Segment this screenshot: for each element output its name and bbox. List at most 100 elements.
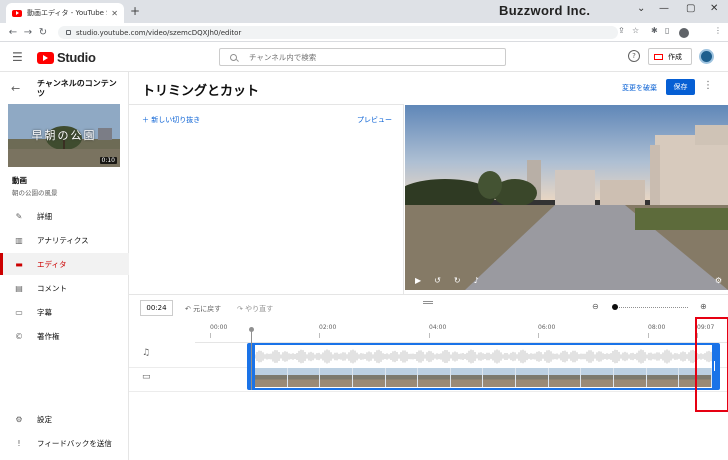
sidebar-item-label: 設定 xyxy=(37,414,52,424)
sidepanel-icon[interactable]: ▯ xyxy=(665,26,669,35)
tick-label: 04:00 xyxy=(429,324,447,338)
new-cut-label: 新しい切り抜き xyxy=(151,116,201,124)
current-time-field[interactable]: 00:24 xyxy=(140,300,173,316)
chevron-down-icon[interactable]: ⌄ xyxy=(637,3,645,14)
timeline-panel: 00:24 ↶ 元に戻す ↷ やり直す ⊖ ⊕ 00:00 02:00 04:0… xyxy=(129,294,728,460)
search-input[interactable]: チャンネル内で検索 xyxy=(219,48,506,66)
comment-icon: ▤ xyxy=(15,283,23,293)
logo-text: Studio xyxy=(57,50,96,65)
video-player[interactable]: ▶ ↺ ↻ ♪ ⚙ xyxy=(405,105,728,290)
sidebar-item-comments[interactable]: ▤ コメント xyxy=(0,277,129,299)
close-window-icon[interactable]: ✕ xyxy=(710,3,718,14)
volume-icon[interactable]: ♪ xyxy=(474,276,479,285)
sidebar-item-subtitles[interactable]: ▭ 字幕 xyxy=(0,301,129,323)
sidebar-item-label: 詳細 xyxy=(37,211,52,221)
browser-toolbar: ← → ↻ studio.youtube.com/video/szemcDQXJ… xyxy=(0,23,728,42)
filmstrip-frame xyxy=(614,368,647,387)
sidebar-item-copyright[interactable]: © 著作権 xyxy=(0,325,129,347)
sidebar-item-editor[interactable]: ▬ エディタ xyxy=(0,253,129,275)
video-subtitle: 朝の公園の風景 xyxy=(12,189,58,197)
back-icon[interactable]: ← xyxy=(6,27,20,38)
address-bar[interactable]: studio.youtube.com/video/szemcDQXJh0/edi… xyxy=(58,26,618,39)
player-settings-icon[interactable]: ⚙ xyxy=(715,276,722,285)
page-title: トリミングとカット xyxy=(142,84,260,99)
redo-label: やり直す xyxy=(245,305,274,313)
browser-menu-icon[interactable]: ⋮ xyxy=(714,26,722,35)
browser-profile-icon[interactable] xyxy=(679,28,689,38)
save-button[interactable]: 保存 xyxy=(666,79,695,95)
play-icon[interactable]: ▶ xyxy=(415,276,421,285)
studio-logo[interactable]: Studio xyxy=(37,50,96,65)
copyright-icon: © xyxy=(15,331,23,341)
filmstrip-frame xyxy=(255,368,288,387)
filmstrip-frame xyxy=(646,368,680,387)
filmstrip-frame xyxy=(483,368,517,387)
extensions-icon[interactable]: ✱ xyxy=(651,26,658,35)
new-tab-icon[interactable]: + xyxy=(130,4,140,18)
youtube-favicon-icon xyxy=(12,9,22,17)
maximize-icon[interactable]: ▢ xyxy=(686,3,695,14)
sidebar-item-feedback[interactable]: ! フィードバックを送信 xyxy=(0,432,129,454)
menu-icon[interactable]: ☰ xyxy=(12,50,23,64)
filmstrip-frame xyxy=(352,368,386,387)
gear-icon: ⚙ xyxy=(15,414,23,424)
avatar[interactable] xyxy=(699,49,714,64)
audio-track-icon: ♫ xyxy=(142,348,151,358)
browser-window: 動画エディタ - YouTube Studio ✕ + Buzzword Inc… xyxy=(0,0,728,460)
video-track-icon: ▭ xyxy=(142,372,151,382)
create-button[interactable]: 作成 xyxy=(648,48,692,65)
more-options-icon[interactable]: ⋮ xyxy=(703,80,713,91)
sidebar: ← チャンネルのコンテンツ 早朝の公園 0:10 動画 朝の公園の風景 ✎ 詳細… xyxy=(0,72,129,460)
sidebar-item-settings[interactable]: ⚙ 設定 xyxy=(0,408,129,430)
tick-label: 08:00 xyxy=(648,324,666,338)
reload-icon[interactable]: ↻ xyxy=(36,27,50,38)
studio-header: ☰ Studio チャンネル内で検索 ? 作成 xyxy=(0,42,728,72)
filmstrip-frame xyxy=(418,368,451,387)
filmstrip-frame xyxy=(320,368,353,387)
zoom-out-icon[interactable]: ⊖ xyxy=(592,302,599,311)
subtitles-icon: ▭ xyxy=(15,307,23,317)
filmstrip-frame xyxy=(548,368,582,387)
browser-tab[interactable]: 動画エディタ - YouTube Studio ✕ xyxy=(6,3,124,23)
timeline-ruler[interactable]: 00:00 02:00 04:00 06:00 08:00 09:07 xyxy=(195,324,728,343)
zoom-slider-track[interactable] xyxy=(613,307,688,308)
tab-strip: 動画エディタ - YouTube Studio ✕ + Buzzword Inc… xyxy=(0,0,728,23)
search-icon xyxy=(230,53,237,61)
video-frame xyxy=(405,105,728,290)
video-filmstrip xyxy=(255,368,712,387)
star-icon[interactable]: ☆ xyxy=(632,26,639,35)
share-icon[interactable]: ⇪ xyxy=(618,26,625,35)
discard-changes-link[interactable]: 変更を破棄 xyxy=(622,83,657,93)
undo-button[interactable]: ↶ 元に戻す xyxy=(185,304,221,314)
sidebar-item-label: 著作権 xyxy=(37,331,60,341)
minimize-icon[interactable]: — xyxy=(659,3,669,14)
close-tab-icon[interactable]: ✕ xyxy=(111,9,118,18)
rewind-icon[interactable]: ↺ xyxy=(434,276,441,285)
feedback-icon: ! xyxy=(17,438,21,448)
youtube-logo-icon xyxy=(37,51,54,64)
back-arrow-icon[interactable]: ← xyxy=(11,82,20,95)
tick-label: 00:00 xyxy=(210,324,228,338)
sidebar-item-analytics[interactable]: ▥ アナリティクス xyxy=(0,229,129,251)
forward-skip-icon[interactable]: ↻ xyxy=(454,276,461,285)
redo-button[interactable]: ↷ やり直す xyxy=(237,304,273,314)
sidebar-item-label: フィードバックを送信 xyxy=(37,438,112,448)
create-label: 作成 xyxy=(668,52,682,61)
tick-label: 06:00 xyxy=(538,324,556,338)
video-thumbnail[interactable]: 早朝の公園 0:10 xyxy=(8,104,120,167)
thumbnail-title-text: 早朝の公園 xyxy=(31,129,97,142)
trim-selection[interactable] xyxy=(247,343,720,390)
zoom-slider-knob[interactable] xyxy=(612,304,618,310)
resize-handle-icon[interactable] xyxy=(423,301,433,304)
thumbnail-duration: 0:10 xyxy=(99,157,117,164)
url-text: studio.youtube.com/video/szemcDQXJh0/edi… xyxy=(76,28,242,37)
sidebar-item-details[interactable]: ✎ 詳細 xyxy=(0,205,129,227)
lock-icon xyxy=(66,30,71,35)
forward-icon[interactable]: → xyxy=(21,27,35,38)
preview-link[interactable]: プレビュー xyxy=(357,115,392,125)
filmstrip-frame xyxy=(450,368,484,387)
zoom-in-icon[interactable]: ⊕ xyxy=(700,302,707,311)
playhead[interactable] xyxy=(249,327,254,390)
new-cut-button[interactable]: ＋ 新しい切り抜き xyxy=(142,115,200,125)
help-icon[interactable]: ? xyxy=(628,50,640,62)
